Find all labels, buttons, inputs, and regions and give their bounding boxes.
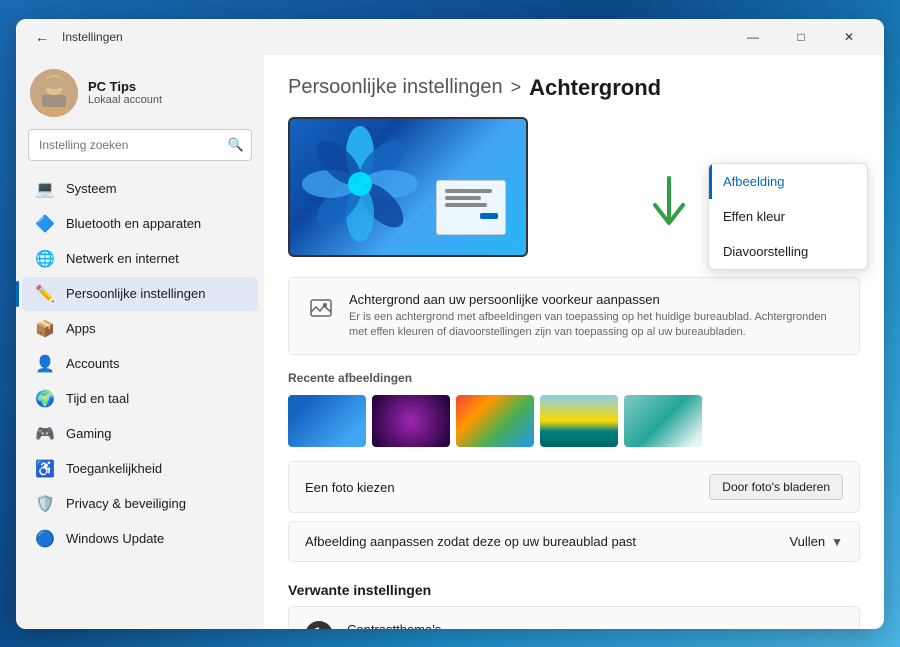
system-icon: 💻 xyxy=(36,180,54,198)
bluetooth-icon: 🔷 xyxy=(36,215,54,233)
update-icon: 🔵 xyxy=(36,530,54,548)
sidebar-item-accessibility[interactable]: ♿ Toegankelijkheid xyxy=(22,452,258,486)
sidebar-item-system[interactable]: 💻 Systeem xyxy=(22,172,258,206)
user-info: PC Tips Lokaal account xyxy=(88,79,250,106)
maximize-button[interactable]: □ xyxy=(778,22,824,52)
related-title: Verwante instellingen xyxy=(288,582,860,598)
preview-image xyxy=(288,117,528,257)
settings-window: ← Instellingen — □ ✕ xyxy=(16,19,884,629)
chevron-right-icon: › xyxy=(838,627,843,628)
related-item-contrast[interactable]: Contrastthema's Kleurenthema's voor slec… xyxy=(288,606,860,628)
recent-image-4[interactable] xyxy=(540,395,618,447)
search-icon: 🔍 xyxy=(228,137,244,153)
recent-images-list xyxy=(288,395,860,447)
search-input[interactable] xyxy=(28,129,252,161)
sidebar-item-label: Systeem xyxy=(66,181,117,196)
fit-value: Vullen xyxy=(789,534,825,549)
recent-images-section: Recente afbeeldingen xyxy=(288,371,860,447)
sidebar-item-apps[interactable]: 📦 Apps xyxy=(22,312,258,346)
sidebar-item-label: Bluetooth en apparaten xyxy=(66,216,201,231)
recent-image-1[interactable] xyxy=(288,395,366,447)
recent-image-5[interactable] xyxy=(624,395,702,447)
contrast-title: Contrastthema's xyxy=(347,622,824,629)
main-layout: PC Tips Lokaal account 🔍 💻 Systeem 🔷 Blu… xyxy=(16,55,884,629)
accessibility-icon: ♿ xyxy=(36,460,54,478)
user-type: Lokaal account xyxy=(88,94,250,106)
sidebar-item-label: Persoonlijke instellingen xyxy=(66,286,205,301)
chevron-down-icon: ▼ xyxy=(831,535,843,549)
green-arrow-icon xyxy=(649,173,689,242)
sidebar-item-label: Windows Update xyxy=(66,531,164,546)
user-section: PC Tips Lokaal account xyxy=(16,55,264,129)
sidebar-item-label: Toegankelijkheid xyxy=(66,461,162,476)
fit-label: Afbeelding aanpassen zodat deze op uw bu… xyxy=(305,534,636,549)
fit-row: Afbeelding aanpassen zodat deze op uw bu… xyxy=(288,521,860,562)
breadcrumb-current: Achtergrond xyxy=(529,75,661,101)
browse-photos-button[interactable]: Door foto's bladeren xyxy=(709,474,843,500)
sidebar-item-accounts[interactable]: 👤 Accounts xyxy=(22,347,258,381)
background-icon xyxy=(305,292,337,324)
gaming-icon: 🎮 xyxy=(36,425,54,443)
breadcrumb-parent: Persoonlijke instellingen xyxy=(288,76,503,99)
sidebar-item-label: Netwerk en internet xyxy=(66,251,179,266)
sidebar-item-update[interactable]: 🔵 Windows Update xyxy=(22,522,258,556)
recent-image-2[interactable] xyxy=(372,395,450,447)
avatar xyxy=(30,69,78,117)
window-title: Instellingen xyxy=(62,30,730,44)
content-area: Persoonlijke instellingen > Achtergrond xyxy=(264,55,884,629)
apps-icon: 📦 xyxy=(36,320,54,338)
desktop-window-icon xyxy=(436,180,506,235)
dropdown-item-image[interactable]: Afbeelding xyxy=(709,164,867,199)
sidebar: PC Tips Lokaal account 🔍 💻 Systeem 🔷 Blu… xyxy=(16,55,264,629)
nav-list: 💻 Systeem 🔷 Bluetooth en apparaten 🌐 Net… xyxy=(16,171,264,557)
sidebar-item-label: Apps xyxy=(66,321,96,336)
user-name: PC Tips xyxy=(88,79,250,94)
section-card-title: Achtergrond aan uw persoonlijke voorkeur… xyxy=(349,292,843,307)
dropdown-item-solid[interactable]: Effen kleur xyxy=(709,199,867,234)
wallpaper-preview xyxy=(290,119,526,255)
back-button[interactable]: ← xyxy=(28,23,56,51)
sidebar-item-label: Tijd en taal xyxy=(66,391,129,406)
sidebar-item-label: Accounts xyxy=(66,356,119,371)
sidebar-item-label: Gaming xyxy=(66,426,112,441)
sidebar-item-label: Privacy & beveiliging xyxy=(66,496,186,511)
sidebar-item-bluetooth[interactable]: 🔷 Bluetooth en apparaten xyxy=(22,207,258,241)
personalization-icon: ✏️ xyxy=(36,285,54,303)
sidebar-item-personalization[interactable]: ✏️ Persoonlijke instellingen xyxy=(22,277,258,311)
breadcrumb-separator: > xyxy=(511,77,522,98)
recent-image-3[interactable] xyxy=(456,395,534,447)
titlebar: ← Instellingen — □ ✕ xyxy=(16,19,884,55)
network-icon: 🌐 xyxy=(36,250,54,268)
sidebar-item-network[interactable]: 🌐 Netwerk en internet xyxy=(22,242,258,276)
sidebar-item-privacy[interactable]: 🛡️ Privacy & beveiliging xyxy=(22,487,258,521)
time-icon: 🌍 xyxy=(36,390,54,408)
choose-photo-row: Een foto kiezen Door foto's bladeren xyxy=(288,461,860,513)
minimize-button[interactable]: — xyxy=(730,22,776,52)
breadcrumb: Persoonlijke instellingen > Achtergrond xyxy=(288,75,860,101)
choose-photo-label: Een foto kiezen xyxy=(305,480,395,495)
fit-select[interactable]: Vullen ▼ xyxy=(789,534,843,549)
accounts-icon: 👤 xyxy=(36,355,54,373)
close-button[interactable]: ✕ xyxy=(826,22,872,52)
dropdown-item-slideshow[interactable]: Diavoorstelling xyxy=(709,234,867,269)
background-type-dropdown: Afbeelding Effen kleur Diavoorstelling xyxy=(708,163,868,270)
background-section-card: Achtergrond aan uw persoonlijke voorkeur… xyxy=(288,277,860,356)
contrast-icon xyxy=(305,621,333,628)
window-controls: — □ ✕ xyxy=(730,22,872,52)
section-card-desc: Er is een achtergrond met afbeeldingen v… xyxy=(349,310,843,341)
sidebar-item-gaming[interactable]: 🎮 Gaming xyxy=(22,417,258,451)
recent-label: Recente afbeeldingen xyxy=(288,371,860,385)
sidebar-item-time[interactable]: 🌍 Tijd en taal xyxy=(22,382,258,416)
search-box: 🔍 xyxy=(28,129,252,161)
privacy-icon: 🛡️ xyxy=(36,495,54,513)
